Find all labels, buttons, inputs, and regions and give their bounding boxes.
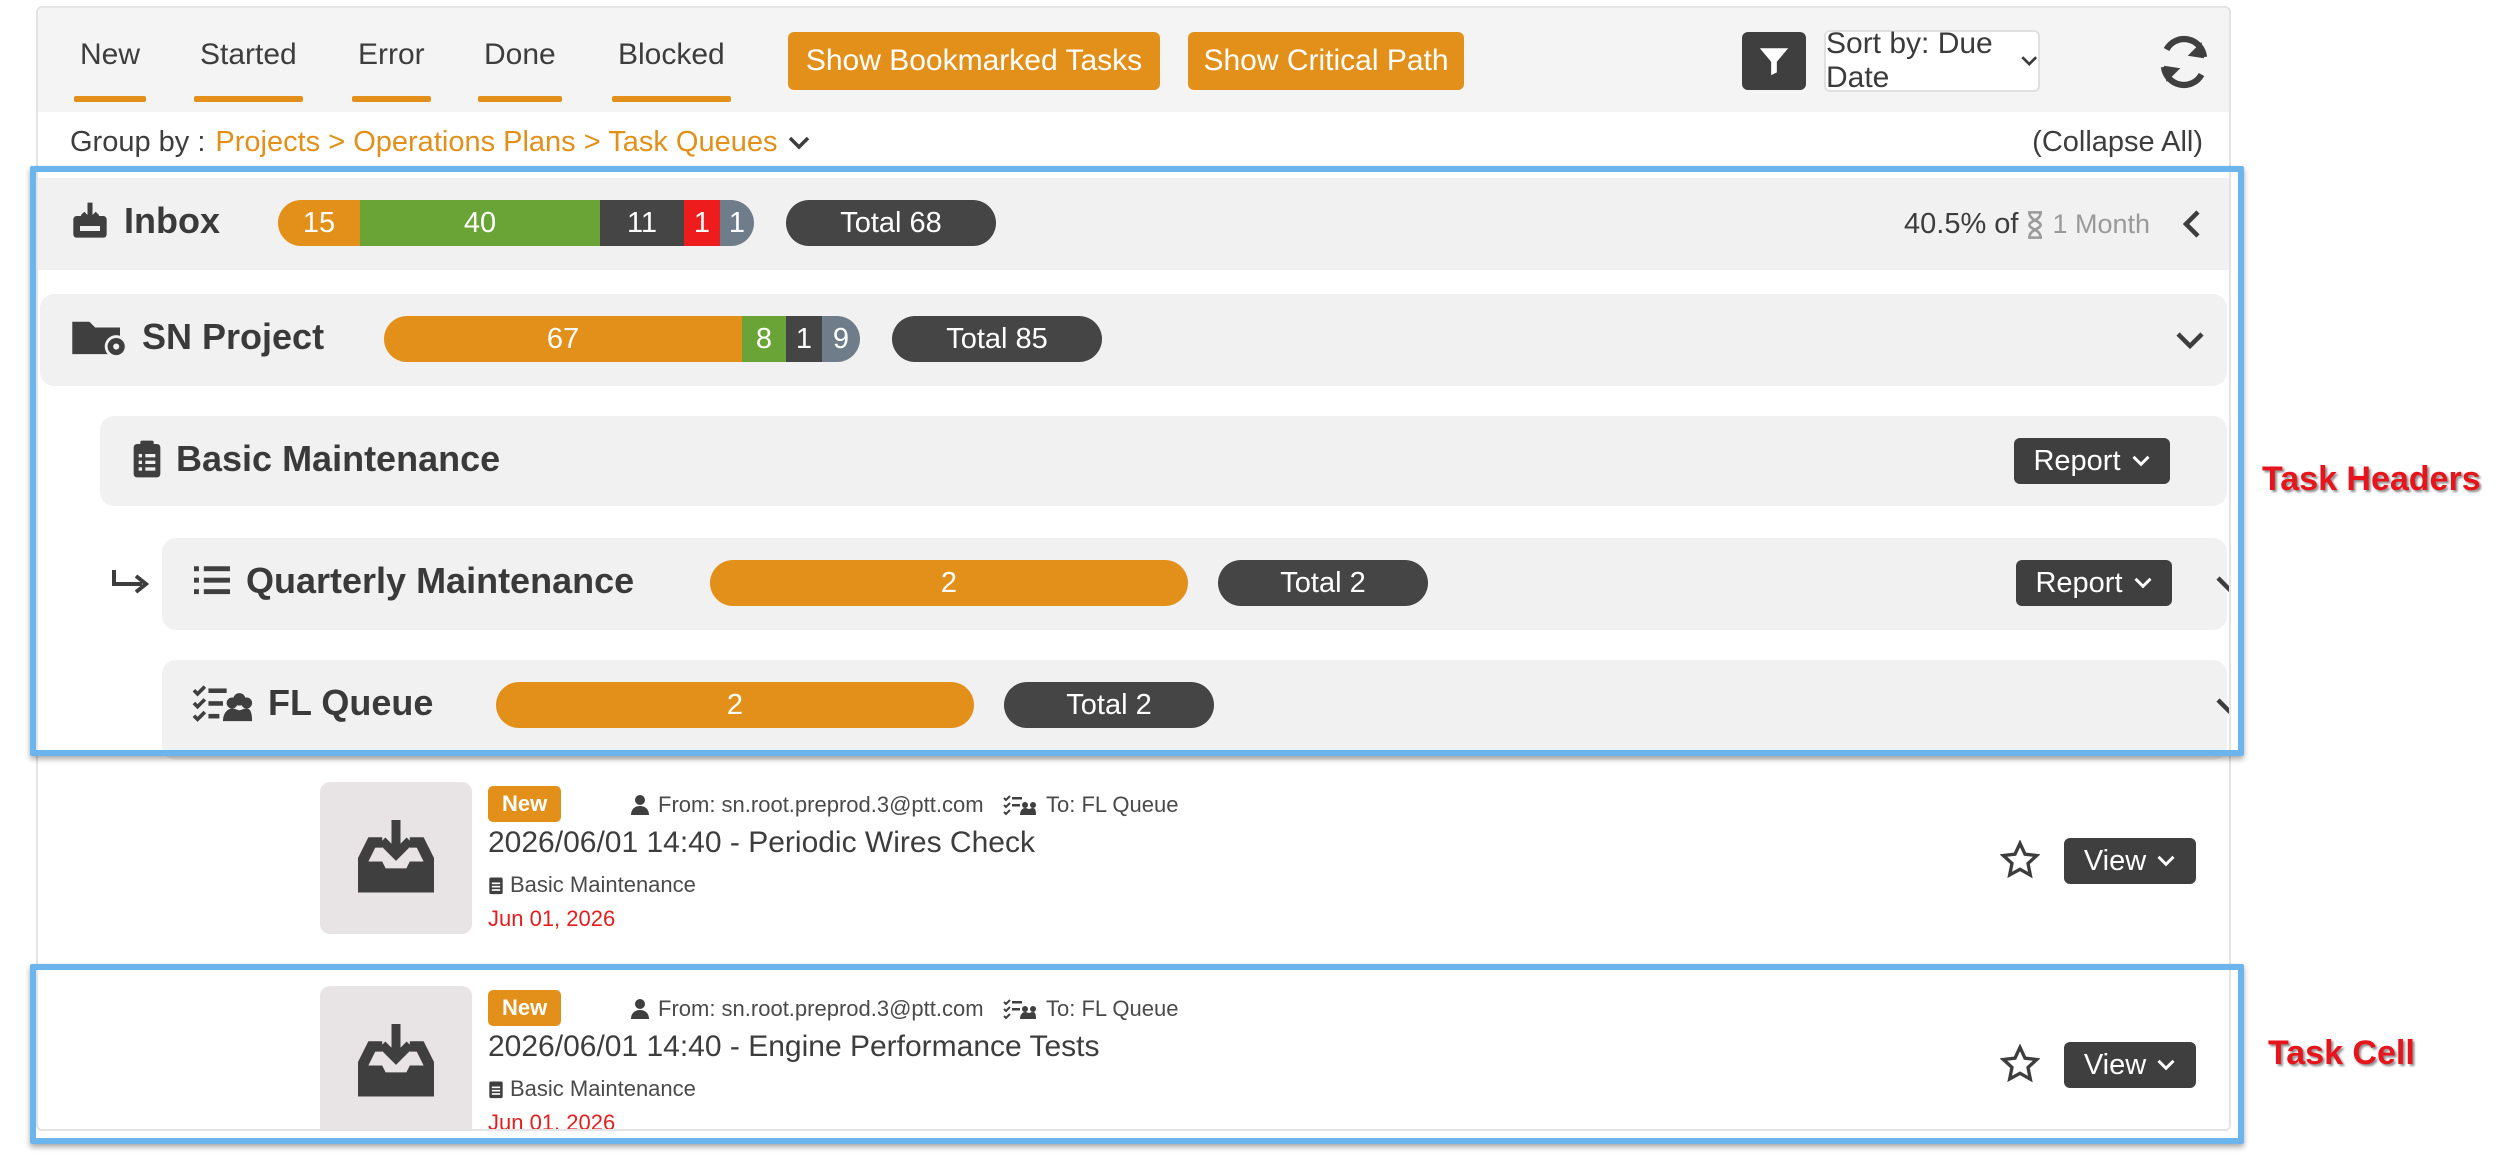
task-cell-annotation: Task Cell [2268,1034,2415,1072]
group-by-bar: Group by : Projects > Operations Plans >… [70,126,811,159]
tab-underline [478,96,562,102]
refresh-icon[interactable] [2154,32,2214,92]
filter-icon [1759,48,1789,76]
due-date: Jun 01, 2026 [488,906,616,931]
clipboard-list-icon [489,877,503,895]
show-bookmarked-tasks-button[interactable]: Show Bookmarked Tasks [788,32,1160,90]
task-project: Basic Maintenance [488,872,696,898]
toolbar: New Started Error Done Blocked Show Book… [38,8,2229,112]
tab-error[interactable]: Error [352,38,431,102]
tab-new[interactable]: New [74,38,147,102]
filter-button[interactable] [1742,32,1806,90]
chevron-down-icon [2157,855,2175,867]
tab-started[interactable]: Started [194,38,303,102]
group-by-path[interactable]: Projects > Operations Plans > Task Queue… [215,126,777,159]
queue-users-icon [1003,795,1036,816]
task-cell-highlight [30,964,2244,1144]
chevron-down-icon [2020,56,2037,66]
tab-label: New [80,38,141,71]
group-by-label: Group by : [70,126,206,158]
task-title[interactable]: 2026/06/01 14:40 - Periodic Wires Check [488,826,1035,860]
task-headers-highlight [30,166,2244,756]
bookmark-star-icon[interactable] [2000,840,2040,880]
task-cell[interactable]: New From: sn.root.preprod.3@ptt.com To: … [38,762,2229,962]
task-from: From: sn.root.preprod.3@ptt.com [630,792,984,818]
collapse-all-link[interactable]: (Collapse All) [2032,126,2203,159]
view-button[interactable]: View [2064,838,2196,884]
task-to: To: FL Queue [1002,792,1178,818]
tab-underline [612,96,731,102]
sort-dropdown[interactable]: Sort by: Due Date [1824,27,2040,94]
status-badge: New [488,786,562,822]
task-thumbnail [320,782,472,934]
view-label: View [2083,844,2147,877]
from-label: From: sn.root.preprod.3@ptt.com [658,792,984,817]
tab-underline [194,96,303,102]
to-label: To: FL Queue [1046,792,1179,817]
chevron-down-icon[interactable] [787,135,811,151]
tab-done[interactable]: Done [478,38,562,102]
tab-underline [352,96,431,102]
project-label: Basic Maintenance [510,872,696,897]
show-critical-path-button[interactable]: Show Critical Path [1188,32,1464,90]
tab-label: Error [358,38,425,71]
user-icon [631,795,649,815]
button-label: Show Critical Path [1203,44,1449,77]
tab-label: Started [200,38,297,71]
tab-underline [74,96,147,102]
button-label: Show Bookmarked Tasks [805,44,1143,77]
tab-label: Blocked [618,38,725,71]
tab-label: Done [484,38,556,71]
tab-blocked[interactable]: Blocked [612,38,731,102]
sort-label: Sort by: Due Date [1826,27,1993,94]
task-headers-annotation: Task Headers [2262,460,2481,498]
inbox-download-icon [358,820,434,893]
